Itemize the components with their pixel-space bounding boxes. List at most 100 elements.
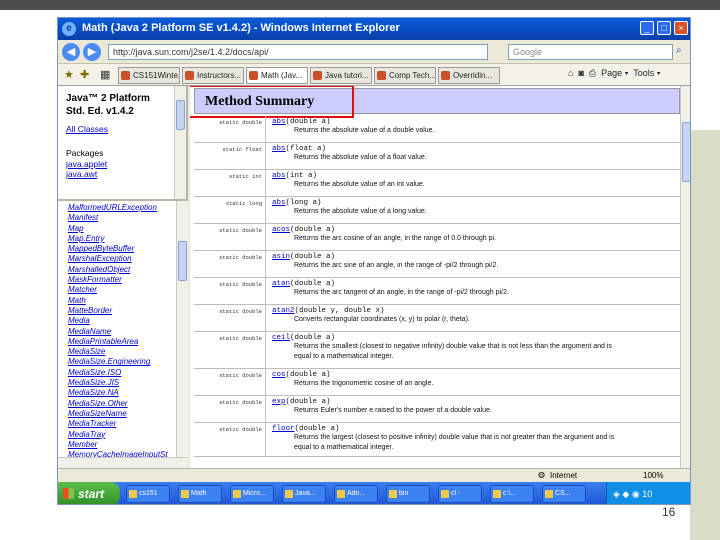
method-name-link[interactable]: abs	[272, 118, 286, 126]
tab-instructors[interactable]: Instructors...	[182, 67, 244, 84]
method-name-link[interactable]: exp	[272, 398, 286, 406]
method-row: static double asin(double a) Returns the a…	[194, 251, 680, 278]
class-link[interactable]: MediaSize.Other	[68, 399, 128, 408]
scrollbar-thumb[interactable]	[178, 241, 187, 281]
taskbar-item[interactable]: Math	[178, 485, 222, 503]
class-link[interactable]: MappedByteBuffer	[68, 244, 134, 253]
address-input[interactable]: http://java.sun.com/j2se/1.4.2/docs/api/	[108, 44, 488, 60]
scrollbar-thumb[interactable]	[176, 100, 185, 130]
search-icon[interactable]: ⌕	[676, 45, 682, 56]
class-link[interactable]: MediaTray	[68, 430, 105, 439]
print-icon[interactable]: ⎙	[589, 68, 596, 78]
package-link[interactable]: java.awt	[66, 169, 97, 179]
zoom-level[interactable]: 100%	[643, 471, 663, 480]
home-icon[interactable]: ⌂	[568, 68, 573, 78]
method-signature: asin(double a)	[272, 253, 335, 261]
class-list: MalformedURLException Manifest Map Map.Entr…	[68, 203, 172, 471]
start-button[interactable]: start	[58, 482, 120, 504]
method-name-link[interactable]: acos	[272, 226, 290, 234]
class-link[interactable]: MarshalException	[68, 254, 132, 263]
taskbar-item[interactable]: cs151	[126, 485, 170, 503]
method-name-link[interactable]: abs	[272, 199, 286, 207]
class-link[interactable]: MalformedURLException	[68, 203, 157, 212]
method-name-link[interactable]: cos	[272, 371, 286, 379]
maximize-button[interactable]: □	[657, 21, 671, 35]
class-link[interactable]: MediaSize.Engineering	[68, 357, 150, 366]
class-link[interactable]: Math	[68, 296, 86, 305]
all-classes-link[interactable]: All Classes	[66, 124, 108, 134]
class-link[interactable]: MaskFormatter	[68, 275, 122, 284]
class-list-scrollbar[interactable]	[176, 201, 188, 457]
class-list-hscrollbar[interactable]	[58, 457, 188, 468]
method-modifier: static float	[194, 143, 266, 169]
tab-java-tutorial[interactable]: Java tutori...	[310, 67, 372, 84]
method-name-link[interactable]: atan2	[272, 307, 295, 315]
favorites-star-icon[interactable]: ★	[64, 68, 74, 81]
taskbar-item[interactable]: cl -	[438, 485, 482, 503]
class-link[interactable]: MediaSize.ISO	[68, 368, 121, 377]
method-description: Returns the absolute value of a long val…	[294, 208, 427, 215]
taskbar-item[interactable]: c:\...	[490, 485, 534, 503]
method-signature: exp(double a)	[272, 398, 331, 406]
class-link[interactable]: MediaName	[68, 327, 111, 336]
class-link[interactable]: Media	[68, 316, 90, 325]
forward-button[interactable]: ▶	[83, 43, 101, 61]
close-button[interactable]: ×	[674, 21, 688, 35]
class-link[interactable]: Matcher	[68, 285, 97, 294]
method-name-link[interactable]: abs	[272, 172, 286, 180]
method-name-link[interactable]: asin	[272, 253, 290, 261]
method-params: (double a)	[290, 280, 336, 288]
main-scrollbar[interactable]	[680, 86, 690, 468]
method-params: (double a)	[294, 425, 340, 433]
class-link[interactable]: MediaSize.NA	[68, 388, 119, 397]
package-link[interactable]: java.applet	[66, 159, 107, 169]
search-input[interactable]: Google	[508, 44, 673, 60]
method-modifier: static double	[194, 423, 266, 456]
tools-menu[interactable]: Tools	[633, 68, 654, 78]
class-link[interactable]: MatteBorder	[68, 306, 112, 315]
method-params: (double a)	[285, 371, 331, 379]
tab-cs151[interactable]: CS151Winte...	[118, 67, 180, 84]
taskbar: start cs151 Math Micro... Java... Ado... bin c…	[58, 482, 690, 504]
class-link[interactable]: Member	[68, 440, 97, 449]
minimize-button[interactable]: _	[640, 21, 654, 35]
class-link[interactable]: Map.Entry	[68, 234, 104, 243]
class-link[interactable]: MediaSize	[68, 347, 105, 356]
taskbar-item[interactable]: CS...	[542, 485, 586, 503]
clock: 10	[642, 489, 653, 499]
class-link[interactable]: MediaPrintableArea	[68, 337, 138, 346]
method-name-link[interactable]: floor	[272, 425, 295, 433]
left-nav-frame: Java™ 2 Platform Std. Ed. v1.4.2 All Cla…	[58, 86, 188, 471]
add-favorites-icon[interactable]: ✚	[80, 68, 89, 81]
method-name-link[interactable]: atan	[272, 280, 290, 288]
taskbar-item[interactable]: Ado...	[334, 485, 378, 503]
class-link[interactable]: Manifest	[68, 213, 98, 222]
class-link[interactable]: MarshalledObject	[68, 265, 130, 274]
class-list-frame: MalformedURLException Manifest Map Map.Entr…	[58, 199, 188, 471]
method-name-link[interactable]: ceil	[272, 334, 290, 342]
page-menu[interactable]: Page	[601, 68, 622, 78]
windows-flag-icon	[63, 488, 74, 499]
method-modifier: static double	[194, 278, 266, 304]
class-link[interactable]: MediaSize.JIS	[68, 378, 119, 387]
packages-scrollbar[interactable]	[174, 86, 186, 199]
tab-list-icon[interactable]: ▦	[100, 68, 110, 81]
tab-overriding[interactable]: Overridin...	[438, 67, 500, 84]
class-link[interactable]: MediaSizeName	[68, 409, 127, 418]
class-link[interactable]: Map	[68, 224, 84, 233]
taskbar-item[interactable]: Java...	[282, 485, 326, 503]
method-row: static double floor(double a) Returns the …	[194, 423, 680, 457]
taskbar-item[interactable]: Micro...	[230, 485, 274, 503]
tab-math[interactable]: Math (Jav...	[246, 67, 308, 84]
method-name-link[interactable]: abs	[272, 145, 286, 153]
tab-comp-tech[interactable]: Comp Tech...	[374, 67, 436, 84]
method-modifier: static double	[194, 251, 266, 277]
scrollbar-thumb[interactable]	[682, 122, 690, 182]
feeds-icon[interactable]: ◙	[578, 68, 583, 78]
class-link[interactable]: MediaTracker	[68, 419, 116, 428]
taskbar-item[interactable]: bin	[386, 485, 430, 503]
back-button[interactable]: ◀	[62, 43, 80, 61]
method-modifier: static double	[194, 224, 266, 250]
browser-screenshot: e Math (Java 2 Platform SE v1.4.2) - Win…	[57, 17, 691, 505]
method-signature: abs(int a)	[272, 172, 317, 180]
